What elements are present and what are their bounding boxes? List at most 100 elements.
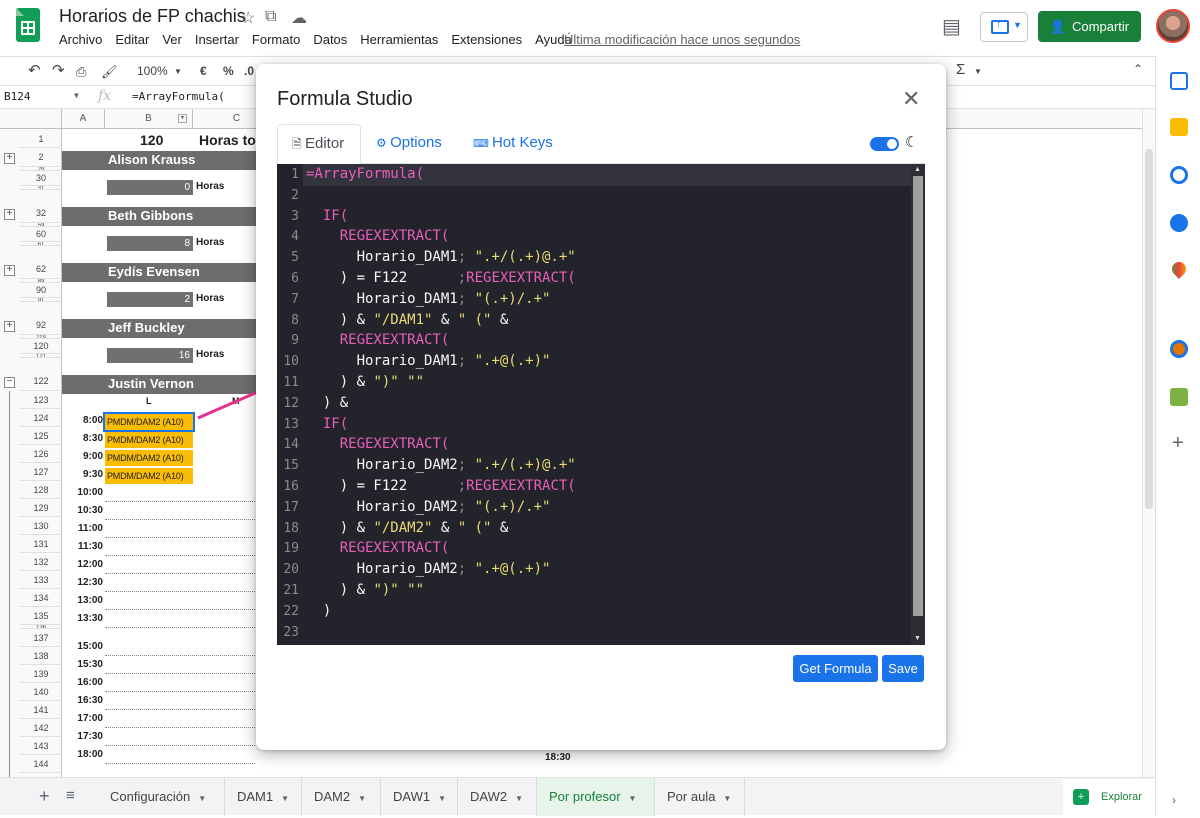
tasks-icon[interactable] bbox=[1170, 166, 1188, 184]
code-line[interactable]: ) = F122 ;REGEXEXTRACT( bbox=[306, 478, 576, 494]
class-cell[interactable]: PMDM/DAM2 (A10) bbox=[105, 432, 193, 448]
decimal-button[interactable]: .0 bbox=[244, 64, 254, 78]
empty-slot[interactable] bbox=[105, 598, 255, 610]
present-button[interactable]: ▼ bbox=[980, 12, 1028, 42]
collapse-group-icon[interactable]: − bbox=[4, 377, 15, 388]
row-header[interactable]: 127 bbox=[20, 463, 62, 481]
row-header[interactable]: 138 bbox=[20, 647, 62, 665]
sheet-tab-por-profesor[interactable]: Por profesor ▼ bbox=[537, 778, 655, 816]
row-header[interactable]: 135 bbox=[20, 607, 62, 625]
row-header[interactable]: 134 bbox=[20, 589, 62, 607]
row-header[interactable]: 139 bbox=[20, 665, 62, 683]
row-header[interactable]: 92 bbox=[20, 316, 62, 335]
formula-input[interactable]: =ArrayFormula( bbox=[132, 90, 225, 103]
row-header[interactable]: 125 bbox=[20, 427, 62, 445]
code-line[interactable]: REGEXEXTRACT( bbox=[306, 228, 450, 244]
row-header[interactable]: 1 bbox=[20, 130, 62, 148]
move-folder-icon[interactable]: ⧉ bbox=[265, 8, 276, 26]
zoom-select[interactable]: 100% bbox=[137, 64, 168, 78]
name-box[interactable]: B124 bbox=[4, 90, 31, 103]
row-header[interactable]: 142 bbox=[20, 719, 62, 737]
code-line[interactable]: REGEXEXTRACT( bbox=[306, 436, 450, 452]
empty-slot[interactable] bbox=[105, 680, 255, 692]
row-header[interactable]: 2 bbox=[20, 148, 62, 167]
row-header[interactable]: 121 bbox=[20, 354, 62, 358]
row-header[interactable]: 144 bbox=[20, 755, 62, 773]
chevron-down-icon[interactable]: ▼ bbox=[281, 794, 289, 803]
editor-scrollbar[interactable]: ▲ ▼ bbox=[911, 164, 925, 645]
close-icon[interactable]: ✕ bbox=[902, 86, 920, 112]
code-line[interactable]: IF( bbox=[306, 416, 348, 432]
expand-group-icon[interactable]: + bbox=[4, 153, 15, 164]
code-line[interactable]: Horario_DAM2; "(.+)/.+" bbox=[306, 499, 551, 515]
row-header[interactable]: 60 bbox=[20, 227, 62, 242]
all-sheets-icon[interactable]: ≡ bbox=[66, 787, 75, 804]
row-header[interactable]: 31 bbox=[20, 186, 62, 190]
empty-slot[interactable] bbox=[105, 734, 255, 746]
menu-item-archivo[interactable]: Archivo bbox=[59, 32, 102, 47]
scroll-up-icon[interactable]: ▲ bbox=[914, 166, 921, 173]
code-line[interactable]: REGEXEXTRACT( bbox=[306, 540, 450, 556]
code-line[interactable]: ) bbox=[306, 603, 331, 619]
code-line[interactable]: ) & bbox=[306, 395, 348, 411]
avatar[interactable] bbox=[1156, 9, 1190, 43]
document-title[interactable]: Horarios de FP chachis bbox=[59, 6, 246, 27]
empty-slot[interactable] bbox=[105, 490, 255, 502]
code-line[interactable]: ) & ")" "" bbox=[306, 582, 424, 598]
print-icon[interactable]: ⎙ bbox=[76, 64, 86, 80]
dark-mode-toggle[interactable] bbox=[870, 137, 899, 151]
chevron-down-icon[interactable]: ▼ bbox=[74, 91, 79, 100]
column-header-a[interactable]: A bbox=[62, 109, 105, 129]
select-all-corner[interactable] bbox=[0, 109, 62, 129]
explore-button[interactable]: + Explorar bbox=[1063, 779, 1155, 815]
percent-button[interactable]: % bbox=[223, 64, 234, 78]
empty-slot[interactable] bbox=[105, 716, 255, 728]
empty-slot[interactable] bbox=[105, 752, 255, 764]
expand-group-icon[interactable]: + bbox=[4, 265, 15, 276]
row-header[interactable]: 129 bbox=[20, 499, 62, 517]
row-header[interactable]: 123 bbox=[20, 391, 62, 409]
empty-slot[interactable] bbox=[105, 526, 255, 538]
sheet-tab-dam2[interactable]: DAM2 ▼ bbox=[302, 778, 381, 816]
paint-format-icon[interactable]: 🖌 bbox=[101, 64, 118, 80]
chevron-down-icon[interactable]: ▼ bbox=[438, 794, 446, 803]
filter-icon[interactable]: ▾ bbox=[178, 114, 187, 123]
row-header[interactable]: 132 bbox=[20, 553, 62, 571]
row-header[interactable]: 140 bbox=[20, 683, 62, 701]
menu-item-datos[interactable]: Datos bbox=[313, 32, 347, 47]
chevron-down-icon[interactable]: ▼ bbox=[515, 794, 523, 803]
empty-slot[interactable] bbox=[105, 662, 255, 674]
get-formula-button[interactable]: Get Formula bbox=[793, 655, 878, 682]
menu-item-editar[interactable]: Editar bbox=[115, 32, 149, 47]
code-line[interactable]: Horario_DAM2; ".+@(.+)" bbox=[306, 561, 551, 577]
row-header[interactable]: 62 bbox=[20, 260, 62, 279]
sheet-tab-configuración[interactable]: Configuración ▼ bbox=[98, 778, 225, 816]
vertical-scrollbar[interactable] bbox=[1142, 109, 1155, 777]
class-cell[interactable]: PMDM/DAM2 (A10) bbox=[105, 450, 193, 466]
code-line[interactable]: =ArrayFormula( bbox=[306, 166, 424, 182]
contacts-icon[interactable] bbox=[1170, 214, 1188, 232]
empty-slot[interactable] bbox=[105, 544, 255, 556]
chevron-down-icon[interactable]: ▼ bbox=[198, 794, 206, 803]
currency-button[interactable]: € bbox=[200, 64, 207, 78]
menu-item-insertar[interactable]: Insertar bbox=[195, 32, 239, 47]
row-header[interactable]: 61 bbox=[20, 242, 62, 246]
save-button[interactable]: Save bbox=[882, 655, 924, 682]
row-header[interactable]: 91 bbox=[20, 298, 62, 302]
row-header[interactable]: 137 bbox=[20, 629, 62, 647]
sheet-tab-daw2[interactable]: DAW2 ▼ bbox=[458, 778, 537, 816]
class-cell[interactable]: PMDM/DAM2 (A10) bbox=[105, 468, 193, 484]
row-header[interactable]: 143 bbox=[20, 737, 62, 755]
code-line[interactable]: ) = F122 ;REGEXEXTRACT( bbox=[306, 270, 576, 286]
empty-slot[interactable] bbox=[105, 644, 255, 656]
chat-addon-icon[interactable] bbox=[1170, 388, 1188, 406]
expand-group-icon[interactable]: + bbox=[4, 321, 15, 332]
addon-icon[interactable] bbox=[1170, 340, 1188, 358]
comments-icon[interactable]: ▤ bbox=[942, 14, 964, 38]
row-header[interactable]: 126 bbox=[20, 445, 62, 463]
row-header[interactable]: 128 bbox=[20, 481, 62, 499]
maps-icon[interactable] bbox=[1169, 259, 1189, 279]
code-line[interactable]: ) & "/DAM2" & " (" & bbox=[306, 520, 509, 536]
row-header[interactable]: 130 bbox=[20, 517, 62, 535]
empty-slot[interactable] bbox=[105, 616, 255, 628]
